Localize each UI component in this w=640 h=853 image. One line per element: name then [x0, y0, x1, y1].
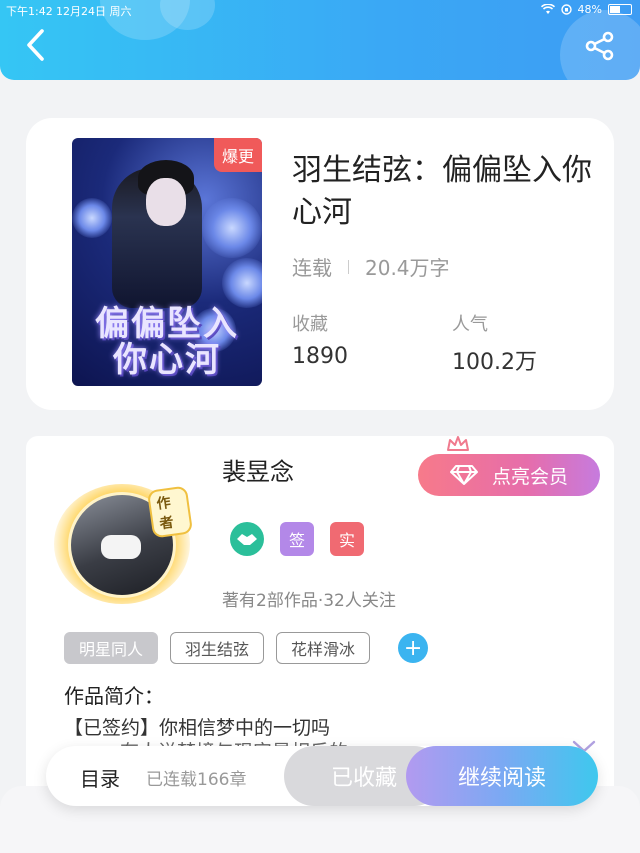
- cover-figure-face: [146, 178, 186, 226]
- book-status: 连载: [292, 256, 332, 280]
- tag-item[interactable]: 明星同人: [64, 632, 159, 664]
- status-date: 12月24日 周六: [56, 5, 132, 18]
- cover-title-art: 偏偏坠入你心河: [95, 304, 239, 380]
- verified-badge: 实: [330, 522, 364, 556]
- favorites-value: 1890: [292, 344, 348, 369]
- avatar-mask-detail: [101, 535, 141, 559]
- cover-flower-decoration: [222, 258, 262, 308]
- cover-flower-decoration: [202, 198, 262, 258]
- top-header: 下午1:42 12月24日 周六 48%: [0, 0, 640, 80]
- cover-hot-badge: 爆更: [213, 138, 262, 172]
- book-meta: 连载 20.4万字: [292, 252, 450, 281]
- favorites-label: 收藏: [292, 314, 328, 335]
- author-avatar[interactable]: 作者: [54, 484, 194, 604]
- author-works-info: 著有2部作品·32人关注: [222, 591, 396, 611]
- favorites-stat: 收藏 1890: [292, 310, 348, 369]
- meta-divider: [348, 259, 349, 274]
- vip-button-label: 点亮会员: [491, 465, 568, 488]
- author-tag-badge: 作者: [146, 485, 194, 539]
- book-cover[interactable]: 爆更 偏偏坠入你心河: [72, 138, 262, 386]
- add-tag-button[interactable]: +: [398, 633, 429, 663]
- share-icon[interactable]: [584, 30, 616, 62]
- tag-item[interactable]: 花样滑冰: [276, 632, 371, 664]
- cover-flower-decoration: [72, 198, 112, 238]
- book-info-card: 爆更 偏偏坠入你心河 羽生结弦：偏偏坠入你心河 连载 20.4万字 收藏 189…: [26, 118, 614, 410]
- status-time: 下午1:42: [6, 5, 53, 18]
- vip-button[interactable]: 点亮会员: [418, 454, 600, 496]
- tag-list: 明星同人 羽生结弦 花样滑冰 +: [64, 632, 429, 664]
- battery-icon: [608, 4, 632, 15]
- popularity-value: 100.2万: [452, 350, 537, 375]
- author-badges: 签 实: [230, 522, 364, 556]
- intro-line-1: 【已签约】你相信梦中的一切吗: [64, 717, 331, 739]
- popularity-label: 人气: [452, 314, 488, 335]
- status-right-group: 48%: [540, 3, 632, 16]
- diamond-icon: [449, 465, 478, 485]
- signed-badge: 签: [280, 522, 314, 556]
- status-bar: 下午1:42 12月24日 周六 48%: [0, 0, 640, 20]
- author-name[interactable]: 裴昱念: [222, 452, 294, 487]
- continue-reading-button[interactable]: 继续阅读: [406, 746, 598, 806]
- book-word-count: 20.4万字: [365, 256, 450, 280]
- toc-button[interactable]: 目录: [80, 763, 120, 792]
- orientation-lock-icon: [560, 4, 572, 15]
- crown-icon: [447, 436, 469, 451]
- handshake-badge-icon: [230, 522, 264, 556]
- intro-title: 作品简介：: [64, 684, 164, 708]
- chevron-left-icon[interactable]: [22, 28, 50, 62]
- battery-percent: 48%: [577, 3, 602, 16]
- popularity-stat: 人气 100.2万: [452, 310, 537, 376]
- bottom-action-bar: 目录 已连载166章 已收藏 继续阅读: [46, 746, 598, 806]
- wifi-icon: [540, 4, 555, 14]
- book-title: 羽生结弦：偏偏坠入你心河: [292, 153, 592, 230]
- tag-item[interactable]: 羽生结弦: [170, 632, 265, 664]
- chapter-count: 已连载166章: [146, 770, 247, 790]
